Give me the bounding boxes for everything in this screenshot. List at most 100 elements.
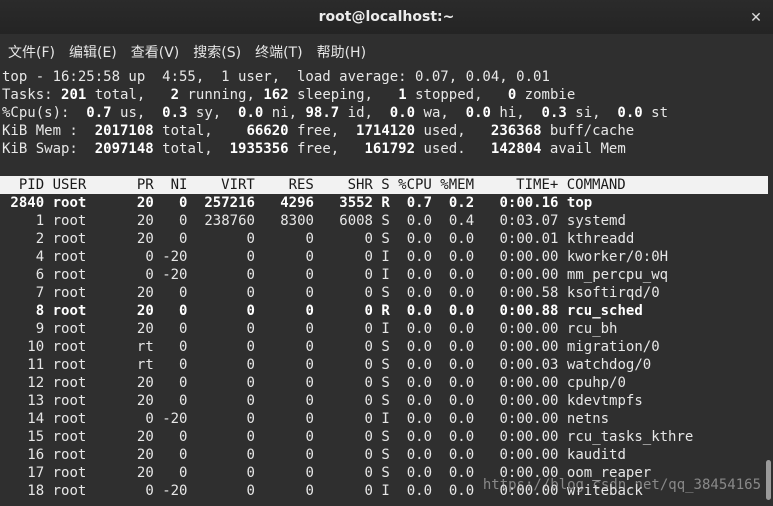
cell-user: root: [52, 303, 121, 319]
tasks-text-3: sleeping,: [288, 87, 399, 103]
menu-help[interactable]: 帮助(H): [313, 42, 370, 62]
mem-free: 66620: [246, 123, 289, 139]
cell-virt: 0: [195, 465, 255, 481]
cell-virt: 0: [195, 447, 255, 463]
cell-shr: 0: [322, 465, 373, 481]
cell-virt: 0: [195, 285, 255, 301]
swap-total: 2097148: [94, 141, 154, 157]
cell-virt: 0: [195, 321, 255, 337]
cell-ni: 0: [162, 447, 188, 463]
cell-s: S: [381, 213, 390, 229]
cell-mem: 0.0: [440, 357, 475, 373]
cell-cmd: kauditd: [566, 447, 626, 463]
cell-pr: 0: [128, 483, 154, 499]
cpu-text-6: hi,: [490, 105, 542, 121]
cell-virt: 0: [195, 339, 255, 355]
scrollbar[interactable]: [766, 460, 771, 500]
cell-shr: 0: [322, 285, 373, 301]
cell-mem: 0.4: [440, 213, 475, 229]
titlebar[interactable]: root@localhost:~ ✕: [0, 0, 773, 34]
cell-shr: 3552: [322, 195, 373, 211]
cell-s: I: [381, 483, 390, 499]
cell-res: 0: [263, 429, 314, 445]
menu-terminal[interactable]: 终端(T): [251, 42, 306, 62]
cell-s: R: [381, 195, 390, 211]
menu-edit[interactable]: 编辑(E): [65, 42, 121, 62]
close-icon[interactable]: ✕: [747, 8, 765, 26]
cell-virt: 0: [195, 303, 255, 319]
cell-s: R: [381, 303, 390, 319]
watermark: https://blog.csdn.net/qq_38454165: [482, 477, 761, 493]
cell-time: 0:00.00: [482, 447, 559, 463]
cell-cpu: 0.0: [398, 465, 433, 481]
cell-virt: 0: [195, 393, 255, 409]
table-row: 2 root 20 0 0 0 0 S 0.0 0.0 0:00.01 kthr…: [0, 230, 773, 248]
cell-mem: 0.0: [440, 393, 475, 409]
cell-res: 0: [263, 249, 314, 265]
process-list: 2840 root 20 0 257216 4296 3552 R 0.7 0.…: [0, 194, 773, 500]
cell-virt: 0: [195, 357, 255, 373]
cell-virt: 238760: [195, 213, 255, 229]
cpu-text-1: us,: [111, 105, 163, 121]
cell-virt: 0: [195, 249, 255, 265]
cell-pid: 7: [2, 285, 45, 301]
cell-cmd: ksoftirqd/0: [566, 285, 660, 301]
cell-cmd: kworker/0:0H: [566, 249, 669, 265]
cell-pid: 2: [2, 231, 45, 247]
table-row: 9 root 20 0 0 0 0 I 0.0 0.0 0:00.00 rcu_…: [0, 320, 773, 338]
tasks-sleeping: 162: [263, 87, 289, 103]
cell-pid: 15: [2, 429, 45, 445]
cell-pid: 4: [2, 249, 45, 265]
cell-time: 0:00.00: [482, 393, 559, 409]
cell-res: 0: [263, 285, 314, 301]
cell-res: 0: [263, 375, 314, 391]
cell-mem: 0.0: [440, 375, 475, 391]
menu-view[interactable]: 查看(V): [127, 42, 184, 62]
cell-pr: 20: [128, 375, 154, 391]
cell-res: 0: [263, 411, 314, 427]
cell-mem: 0.0: [440, 447, 475, 463]
cell-s: S: [381, 393, 390, 409]
menu-search[interactable]: 搜索(S): [189, 42, 245, 62]
terminal-window: root@localhost:~ ✕ 文件(F) 编辑(E) 查看(V) 搜索(…: [0, 0, 773, 506]
cell-mem: 0.0: [440, 303, 475, 319]
cell-mem: 0.0: [440, 231, 475, 247]
cell-s: I: [381, 321, 390, 337]
cell-s: S: [381, 429, 390, 445]
cell-cpu: 0.0: [398, 267, 433, 283]
cell-shr: 6008: [322, 213, 373, 229]
terminal-content[interactable]: top - 16:25:58 up 4:55, 1 user, load ave…: [0, 68, 773, 506]
cell-cpu: 0.0: [398, 231, 433, 247]
cell-res: 0: [263, 447, 314, 463]
menu-file[interactable]: 文件(F): [4, 42, 59, 62]
cell-ni: 0: [162, 303, 188, 319]
cell-cmd: watchdog/0: [566, 357, 652, 373]
cpu-text-2: sy,: [187, 105, 239, 121]
cell-mem: 0.0: [440, 465, 475, 481]
swap-used: 161792: [364, 141, 416, 157]
cell-time: 0:00.16: [482, 195, 559, 211]
cell-shr: 0: [322, 267, 373, 283]
cell-user: root: [52, 483, 121, 499]
cell-pr: rt: [128, 357, 154, 373]
cell-user: root: [52, 267, 121, 283]
cell-cpu: 0.0: [398, 429, 433, 445]
cell-pr: 20: [128, 285, 154, 301]
cell-s: S: [381, 285, 390, 301]
tasks-text-1: total,: [86, 87, 171, 103]
cell-cpu: 0.0: [398, 375, 433, 391]
cell-pr: 0: [128, 249, 154, 265]
cell-shr: 0: [322, 429, 373, 445]
cell-mem: 0.2: [440, 195, 475, 211]
tasks-running: 2: [170, 87, 180, 103]
table-row: 7 root 20 0 0 0 0 S 0.0 0.0 0:00.58 ksof…: [0, 284, 773, 302]
mem-line: KiB Mem : 2017108 total, 66620 free, 171…: [0, 122, 773, 140]
cell-res: 4296: [263, 195, 314, 211]
cell-s: S: [381, 357, 390, 373]
cpu-text-3: ni,: [263, 105, 306, 121]
cell-ni: 0: [162, 195, 188, 211]
cell-cmd: systemd: [566, 213, 626, 229]
swap-line: KiB Swap: 2097148 total, 1935356 free, 1…: [0, 140, 773, 158]
cell-shr: 0: [322, 447, 373, 463]
cell-time: 0:00.03: [482, 357, 559, 373]
